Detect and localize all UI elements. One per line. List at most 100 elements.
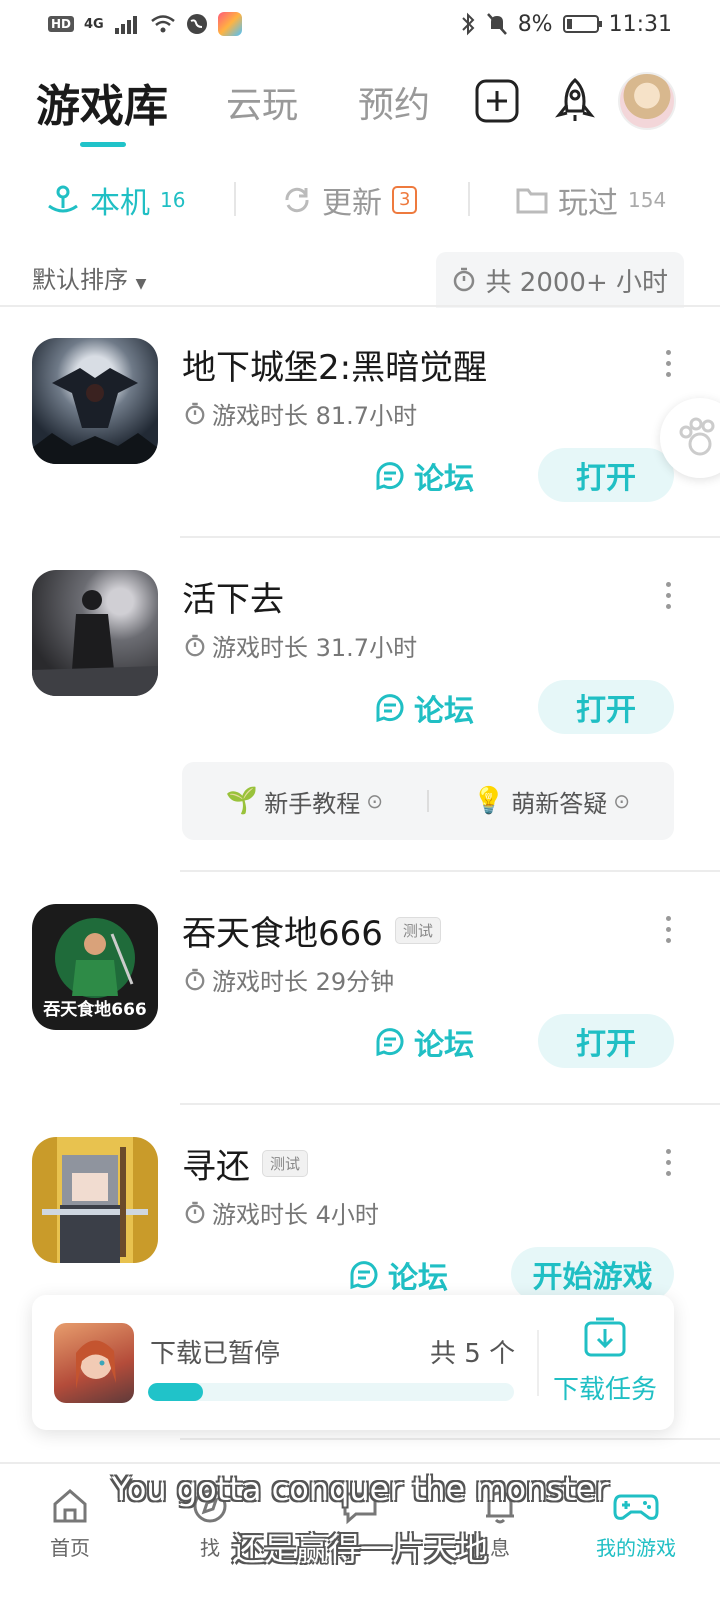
game-title-row: 地下城堡2:黑暗觉醒 — [182, 340, 487, 389]
card-divider — [180, 1103, 720, 1105]
tab-cloud-play[interactable]: 云玩 — [226, 76, 298, 128]
start-game-button[interactable]: 开始游戏 — [511, 1247, 674, 1301]
forum-button[interactable]: 论坛 — [374, 1020, 474, 1064]
forum-icon — [376, 694, 404, 723]
game-title: 活下去 — [182, 580, 284, 620]
nav-discover[interactable]: 找 — [150, 1486, 270, 1561]
game-icon[interactable] — [32, 570, 158, 696]
game-playtime-text: 游戏时长 31.7小时 — [212, 634, 418, 662]
nav-my-games[interactable]: 我的游戏 — [576, 1486, 696, 1561]
status-left: HD 4G — [48, 12, 242, 36]
active-tab-indicator — [80, 142, 126, 147]
gargoyle-art — [32, 368, 158, 464]
signal-icon — [114, 16, 137, 34]
game-playtime: 游戏时长 81.7小时 — [184, 396, 417, 431]
sort-label: 默认排序 — [32, 266, 128, 294]
timer-icon — [185, 634, 205, 656]
more-menu-icon[interactable] — [663, 582, 673, 609]
download-tasks-button[interactable]: 下载任务 — [550, 1315, 660, 1406]
filter-updates[interactable]: 更新 3 — [282, 178, 418, 222]
filter-local-label: 本机 — [90, 186, 150, 221]
section-divider — [0, 305, 720, 307]
clock: 11:31 — [608, 11, 672, 37]
tab-reservations[interactable]: 预约 — [358, 76, 430, 128]
nav-messages[interactable]: 息 — [440, 1486, 560, 1561]
filter-local-count: 16 — [160, 188, 186, 212]
timer-icon — [453, 267, 474, 292]
paw-icon — [679, 417, 715, 456]
game-icon[interactable] — [32, 338, 158, 464]
beginner-tutorial-link[interactable]: 🌱 新手教程 ⊙ — [182, 784, 427, 819]
filter-divider — [468, 182, 470, 216]
nav-community[interactable] — [300, 1486, 420, 1532]
forum-label: 论坛 — [414, 694, 474, 729]
forum-button[interactable]: 论坛 — [348, 1253, 448, 1297]
folder-icon — [516, 188, 548, 214]
download-panel[interactable]: 下载已暂停 共 5 个 下载任务 — [32, 1295, 674, 1430]
nav-messages-label: 息 — [490, 1536, 510, 1560]
filter-played[interactable]: 玩过 154 — [516, 178, 666, 222]
avatar[interactable] — [618, 72, 676, 130]
game-title-row: 吞天食地666 测试 — [182, 906, 441, 955]
game-title-row: 活下去 — [182, 572, 284, 621]
more-menu-icon[interactable] — [663, 1149, 673, 1176]
nav-home-label: 首页 — [50, 1536, 90, 1560]
rocket-icon — [555, 77, 595, 121]
notification-app-icon — [217, 12, 242, 36]
bell-icon — [486, 1491, 514, 1524]
game-playtime-text: 游戏时长 4小时 — [212, 1201, 379, 1229]
game-title: 吞天食地666 — [182, 914, 383, 954]
filter-row: 本机 16 更新 3 玩过 154 — [0, 168, 720, 232]
sprout-icon: 🌱 — [225, 786, 259, 816]
game-playtime-text: 游戏时长 29分钟 — [212, 968, 395, 996]
survivor-art — [32, 590, 158, 696]
download-tasks-label: 下载任务 — [552, 1375, 657, 1405]
mute-bell-icon — [486, 13, 507, 35]
chat-icon — [343, 1492, 377, 1525]
floating-pet-button[interactable] — [660, 398, 720, 478]
game-title: 地下城堡2:黑暗觉醒 — [182, 348, 488, 388]
pixel-girl-art — [42, 1147, 148, 1263]
arrow-circle-icon: ⊙ — [613, 789, 631, 813]
guide-links: 🌱 新手教程 ⊙ 💡 萌新答疑 ⊙ — [182, 762, 674, 840]
newbie-qa-link[interactable]: 💡 萌新答疑 ⊙ — [429, 784, 674, 819]
gamepad-icon — [613, 1494, 659, 1520]
download-progress-bar — [148, 1383, 514, 1401]
nav-home[interactable]: 首页 — [10, 1486, 130, 1561]
battery-percent: 8% — [517, 11, 553, 37]
discover-icon — [193, 1489, 227, 1523]
forum-icon — [376, 1028, 404, 1057]
filter-divider — [234, 182, 236, 216]
sort-row: 默认排序 ▼ 共 2000+ 小时 — [0, 252, 720, 308]
forum-icon — [350, 1261, 378, 1290]
forum-label: 论坛 — [414, 1028, 474, 1063]
tab-game-library[interactable]: 游戏库 — [36, 70, 168, 134]
filter-updates-label: 更新 — [322, 186, 382, 221]
open-game-button[interactable]: 打开 — [538, 448, 674, 502]
game-playtime: 游戏时长 29分钟 — [184, 962, 394, 997]
more-menu-icon[interactable] — [663, 350, 673, 377]
status-bar: HD 4G 8% 11:31 — [0, 0, 720, 48]
forum-button[interactable]: 论坛 — [374, 686, 474, 730]
arrow-circle-icon: ⊙ — [366, 789, 384, 813]
speedup-button[interactable] — [552, 77, 598, 124]
game-playtime-text: 游戏时长 81.7小时 — [212, 402, 418, 430]
game-playtime: 游戏时长 4小时 — [184, 1195, 379, 1230]
add-button[interactable] — [474, 78, 520, 124]
sort-dropdown[interactable]: 默认排序 ▼ — [32, 260, 146, 295]
bluetooth-icon — [461, 12, 475, 36]
bottom-nav: 首页 找 息 我的游戏 — [0, 1462, 720, 1600]
filter-local[interactable]: 本机 16 — [46, 178, 185, 222]
game-icon-text: 吞天食地666 — [43, 1000, 147, 1020]
open-game-button[interactable]: 打开 — [538, 680, 674, 734]
more-menu-icon[interactable] — [663, 916, 673, 943]
game-icon[interactable] — [32, 1137, 158, 1263]
forum-button[interactable]: 论坛 — [374, 454, 474, 498]
updates-count-badge: 3 — [392, 186, 418, 214]
game-icon[interactable]: 吞天食地666 — [32, 904, 158, 1030]
timer-icon — [185, 402, 205, 424]
open-game-button[interactable]: 打开 — [538, 1014, 674, 1068]
guide-label: 萌新答疑 — [511, 789, 608, 818]
lightbulb-icon: 💡 — [472, 786, 506, 816]
total-playtime-text: 共 2000+ 小时 — [485, 267, 668, 298]
